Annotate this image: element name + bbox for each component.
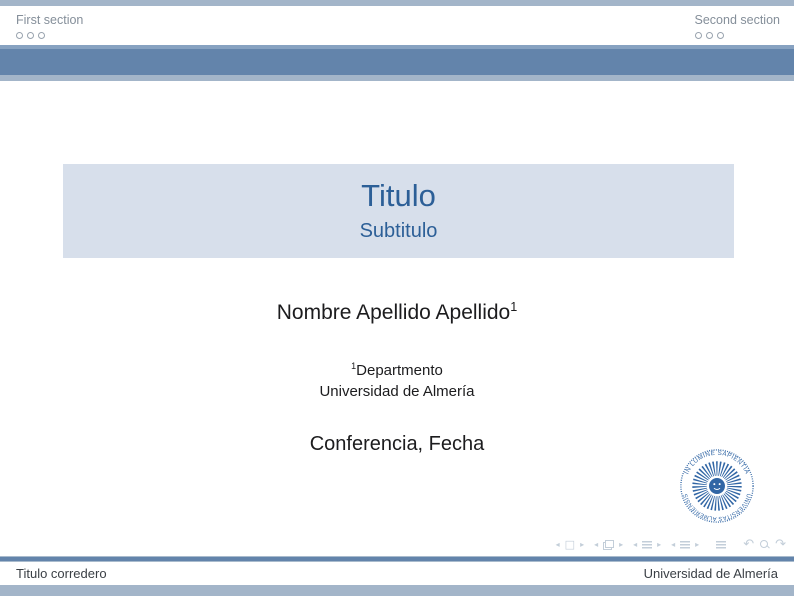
conference-date-line: Conferencia, Fecha [0, 432, 794, 456]
prev-frame-icon[interactable]: ◂ [594, 541, 598, 549]
header-band-steel [0, 49, 794, 75]
nav-group-appendix [716, 541, 726, 549]
nav-group-history: ↶ ↷ [743, 538, 786, 551]
author-line: Nombre Apellido Apellido1 [0, 301, 794, 325]
next-slide-icon[interactable]: ▸ [580, 541, 584, 549]
slide-dot[interactable] [27, 32, 34, 39]
section-navigation-header: First section Second section [0, 6, 794, 45]
frame-icon[interactable] [603, 540, 614, 550]
beamer-title-slide: First section Second section Titulo Subt… [0, 0, 794, 596]
nav-group-slide: ◂ □ ▸ [556, 539, 584, 550]
footer-accent-bar [0, 585, 794, 596]
nav-group-frame: ◂ ▸ [594, 540, 623, 550]
section-label[interactable]: First section [16, 13, 83, 28]
footer-short-title: Titulo corredero [16, 566, 107, 581]
institute-department: Departmento [356, 362, 443, 379]
section-nav-first[interactable]: First section [16, 13, 83, 39]
next-subsection-icon[interactable]: ▸ [657, 541, 661, 549]
appendix-icon[interactable] [716, 541, 726, 549]
header-band-light [0, 75, 794, 81]
mini-slide-dots [695, 32, 780, 39]
footer-institution: Universidad de Almería [644, 566, 778, 581]
slide-dot[interactable] [38, 32, 45, 39]
institute-block: 1Departmento Universidad de Almería [0, 360, 794, 402]
section-nav-second[interactable]: Second section [695, 13, 780, 39]
next-frame-icon[interactable]: ▸ [619, 541, 623, 549]
go-forward-icon[interactable]: ↷ [775, 538, 786, 551]
go-back-icon[interactable]: ↶ [743, 538, 754, 551]
slide-dot[interactable] [16, 32, 23, 39]
presentation-subtitle: Subtitulo [360, 218, 438, 244]
university-seal-logo: IN LUMINE SAPIENTIA UNIVERSITAS ALMERIEN… [679, 448, 755, 524]
slide-dot[interactable] [706, 32, 713, 39]
mini-slide-dots [16, 32, 83, 39]
nav-group-subsection: ◂ ▸ [633, 541, 661, 549]
nav-group-section: ◂ ▸ [671, 541, 699, 549]
author-name: Nombre Apellido Apellido [277, 301, 510, 324]
presentation-title: Titulo [361, 178, 436, 214]
title-block: Titulo Subtitulo [63, 164, 734, 258]
prev-subsection-icon[interactable]: ◂ [633, 541, 637, 549]
footer-strip: Titulo corredero Universidad de Almería [0, 562, 794, 585]
next-section-icon[interactable]: ▸ [695, 541, 699, 549]
seal-sun-eye [713, 483, 715, 485]
subsection-icon[interactable] [642, 541, 652, 549]
search-icon[interactable] [759, 539, 770, 550]
prev-section-icon[interactable]: ◂ [671, 541, 675, 549]
author-footnote-mark: 1 [510, 300, 517, 314]
prev-slide-icon[interactable]: ◂ [556, 541, 560, 549]
svg-text:UNIVERSITAS ALMERIENSIS: UNIVERSITAS ALMERIENSIS [683, 493, 751, 522]
beamer-navigation-bar: ◂ □ ▸ ◂ ▸ ◂ ▸ ◂ ▸ ↶ ↷ [546, 537, 786, 552]
seal-sun-eye [719, 483, 721, 485]
institute-department-line: 1Departmento [0, 360, 794, 381]
seal-motto-bottom: UNIVERSITAS ALMERIENSIS [683, 493, 751, 522]
footer: Titulo corredero Universidad de Almería [0, 556, 794, 596]
section-label[interactable]: Second section [695, 13, 780, 28]
slide-dot[interactable] [717, 32, 724, 39]
seal-sun-face [709, 478, 725, 494]
institute-university: Universidad de Almería [0, 381, 794, 402]
section-icon[interactable] [680, 541, 690, 549]
slide-icon[interactable]: □ [565, 539, 575, 550]
slide-dot[interactable] [695, 32, 702, 39]
